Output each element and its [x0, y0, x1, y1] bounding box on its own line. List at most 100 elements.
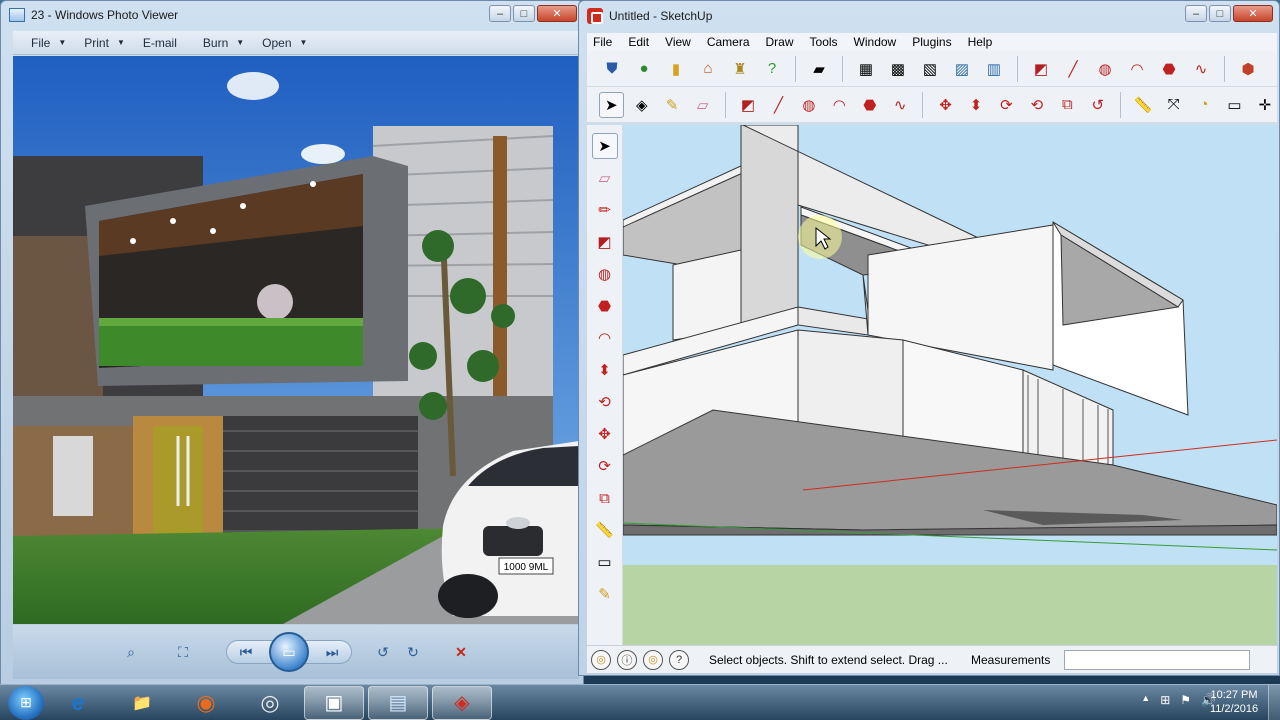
menu-burn[interactable]: Burn ▼	[203, 36, 244, 50]
rotate-icon[interactable]: ⟳	[592, 453, 618, 479]
follow-me-icon[interactable]: ⟲	[592, 389, 618, 415]
select-arrow-icon[interactable]: ➤	[591, 133, 618, 159]
previous-icon[interactable]: ⏮	[233, 641, 259, 663]
menu-file[interactable]: File ▼	[31, 36, 66, 50]
extension-icon[interactable]: ♜	[727, 56, 753, 82]
view-top-icon[interactable]: ▩	[885, 56, 911, 82]
circle-icon[interactable]: ◍	[592, 261, 618, 287]
start-button[interactable]: ⊞	[8, 685, 44, 720]
maximize-button[interactable]: □	[513, 5, 535, 22]
view-iso-icon[interactable]: ▦	[853, 56, 879, 82]
next-icon[interactable]: ⏭	[319, 641, 345, 663]
rectangle-icon[interactable]: ◩	[1028, 56, 1054, 82]
menu-draw[interactable]: Draw	[766, 35, 794, 49]
freehand-icon[interactable]: ∿	[888, 92, 912, 118]
menu-view[interactable]: View	[665, 35, 691, 49]
text-icon[interactable]: ▭	[592, 549, 618, 575]
pencil-icon[interactable]: ✏	[592, 197, 618, 223]
google-earth-icon[interactable]: ●	[631, 56, 657, 82]
help-icon[interactable]: ?	[759, 56, 785, 82]
clipboard-icon[interactable]: ▮	[663, 56, 689, 82]
menu-plugins[interactable]: Plugins	[912, 35, 951, 49]
delete-icon[interactable]: ✕	[448, 641, 474, 663]
components-icon[interactable]: ▰	[806, 56, 832, 82]
menu-help[interactable]: Help	[968, 35, 993, 49]
minimize-button[interactable]: –	[489, 5, 511, 22]
menu-tools[interactable]: Tools	[810, 35, 838, 49]
scale-icon[interactable]: ⧉	[1055, 92, 1079, 118]
eraser-icon[interactable]: ▱	[690, 92, 714, 118]
make-component-icon[interactable]: ◈	[630, 92, 654, 118]
help-status-icon[interactable]: ?	[669, 649, 689, 670]
close-button[interactable]: ✕	[537, 5, 577, 22]
menu-email[interactable]: E-mail	[143, 36, 185, 50]
polygon-icon[interactable]: ⬣	[1156, 56, 1182, 82]
taskbar-clock[interactable]: 10:27 PM 11/2/2016	[1204, 688, 1264, 716]
circle-icon[interactable]: ◍	[797, 92, 821, 118]
menu-camera[interactable]: Camera	[707, 35, 750, 49]
photo-viewer-task-icon[interactable]: ▣	[304, 685, 364, 720]
tape-measure-icon[interactable]: 📏	[592, 517, 618, 543]
view-front-icon[interactable]: ▧	[917, 56, 943, 82]
action-center-flag-icon[interactable]: ⚑	[1180, 693, 1191, 707]
polygon-icon[interactable]: ⬣	[592, 293, 618, 319]
line-icon[interactable]: ╱	[766, 92, 790, 118]
freehand-icon[interactable]: ∿	[1188, 56, 1214, 82]
menu-open[interactable]: Open ▼	[262, 36, 307, 50]
building-3d-model[interactable]	[623, 125, 1277, 645]
rotate-left-icon[interactable]: ↺	[370, 641, 396, 663]
measurements-input[interactable]	[1064, 649, 1251, 670]
move-icon[interactable]: ✥	[592, 421, 618, 447]
menu-edit[interactable]: Edit	[628, 35, 649, 49]
user-status-icon[interactable]: ◎	[643, 649, 663, 670]
view-right-icon[interactable]: ▨	[949, 56, 975, 82]
menu-file[interactable]: File	[593, 35, 612, 49]
arc-icon[interactable]: ◠	[827, 92, 851, 118]
minimize-button[interactable]: –	[1185, 5, 1207, 22]
menu-window[interactable]: Window	[854, 35, 897, 49]
follow-me-icon[interactable]: ⟲	[1025, 92, 1049, 118]
credits-status-icon[interactable]: ⓘ	[617, 649, 637, 670]
image-app-task-icon[interactable]: ▤	[368, 685, 428, 720]
push-pull-icon[interactable]: ⬍	[592, 357, 618, 383]
geo-location-status-icon[interactable]: ◎	[591, 649, 611, 670]
maximize-button[interactable]: □	[1209, 5, 1231, 22]
close-button[interactable]: ✕	[1233, 5, 1273, 22]
rectangle-icon[interactable]: ◩	[592, 229, 618, 255]
rectangle-icon[interactable]: ◩	[736, 92, 760, 118]
text-icon[interactable]: ▭	[1222, 92, 1246, 118]
sketchup-titlebar[interactable]: Untitled - SketchUp	[579, 1, 1279, 31]
circle-icon[interactable]: ◍	[1092, 56, 1118, 82]
arc-icon[interactable]: ◠	[592, 325, 618, 351]
dimension-icon[interactable]: ⤧	[1161, 92, 1185, 118]
tape-measure-icon[interactable]: 📏	[1131, 92, 1155, 118]
arc-icon[interactable]: ◠	[1124, 56, 1150, 82]
slideshow-button[interactable]: ▭	[269, 632, 309, 672]
network-icon[interactable]: ⊞	[1160, 693, 1170, 707]
chrome-icon[interactable]: ◎	[240, 686, 300, 720]
axes-icon[interactable]: ✛	[1253, 92, 1277, 118]
actual-size-icon[interactable]: ⛶	[170, 641, 196, 663]
firefox-icon[interactable]: ◉	[176, 686, 236, 720]
view-back-icon[interactable]: ▥	[981, 56, 1007, 82]
sketchup-3d-viewport[interactable]	[623, 125, 1277, 645]
line-icon[interactable]: ╱	[1060, 56, 1086, 82]
offset-icon[interactable]: ↺	[1086, 92, 1110, 118]
push-pull-icon[interactable]: ⬍	[964, 92, 988, 118]
menu-print[interactable]: Print ▼	[84, 36, 125, 50]
tray-expand-icon[interactable]: ▲	[1141, 693, 1150, 707]
paint-icon[interactable]: ✎	[592, 581, 618, 607]
sketchup-task-icon[interactable]: ◈	[432, 685, 492, 720]
rotate-icon[interactable]: ⟳	[994, 92, 1018, 118]
file-explorer-icon[interactable]: 📁	[112, 686, 172, 720]
select-arrow-icon[interactable]: ➤	[599, 91, 624, 118]
zoom-icon[interactable]: ⌕	[118, 641, 144, 663]
paint-bucket-icon[interactable]: ⬢	[1235, 56, 1261, 82]
geo-location-icon[interactable]: ⛊	[599, 56, 625, 82]
paint-icon[interactable]: ✎	[660, 92, 684, 118]
show-desktop-button[interactable]	[1268, 685, 1280, 720]
protractor-icon[interactable]: ◔	[1192, 92, 1216, 118]
scale-icon[interactable]: ⧉	[592, 485, 618, 511]
rotate-right-icon[interactable]: ↻	[400, 641, 426, 663]
eraser-icon[interactable]: ▱	[592, 165, 618, 191]
